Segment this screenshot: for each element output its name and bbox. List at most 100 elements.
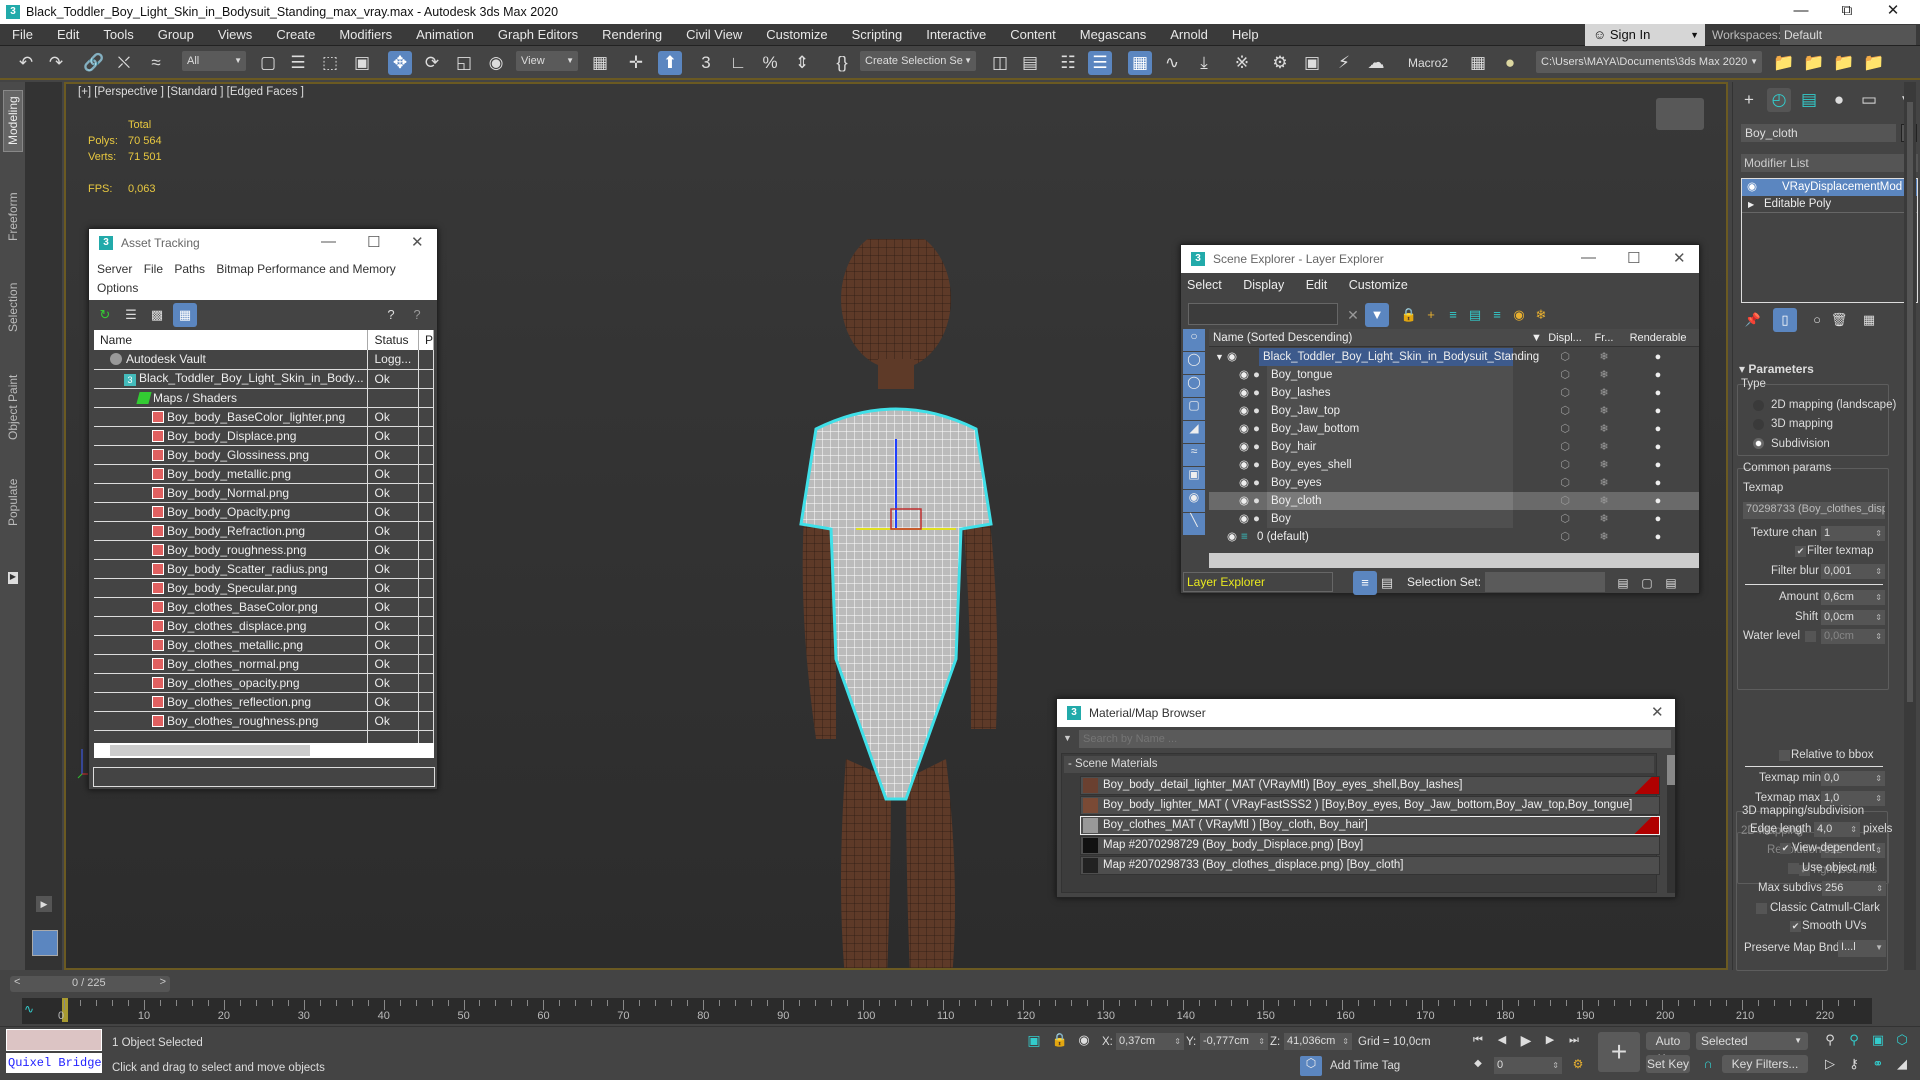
select-manipulate-icon[interactable]: ✛ bbox=[624, 51, 648, 75]
ribbon-tab-freeform[interactable]: Freeform bbox=[3, 182, 23, 252]
xrefs-filter-icon[interactable]: ◉ bbox=[1183, 490, 1205, 512]
select-all-icon[interactable]: ▤ bbox=[1611, 571, 1635, 595]
create-layer-icon[interactable]: + bbox=[1419, 303, 1443, 327]
eye-icon[interactable]: ◉ bbox=[1239, 474, 1249, 492]
menu-create[interactable]: Create bbox=[264, 27, 327, 42]
pin-stack-icon[interactable]: 📌 bbox=[1741, 308, 1765, 332]
orbit-icon[interactable]: ⚭ bbox=[1866, 1052, 1890, 1076]
asset-row[interactable]: Autodesk Vault Logg... bbox=[94, 350, 435, 370]
asset-row[interactable]: Maps / Shaders bbox=[94, 388, 435, 408]
object-name[interactable]: Boy_eyes_shell bbox=[1267, 456, 1513, 474]
menu-file[interactable]: File bbox=[144, 262, 163, 276]
menu-group[interactable]: Group bbox=[146, 27, 206, 42]
freeze-icon[interactable]: ❄ bbox=[1587, 384, 1621, 402]
teapot-render-icon[interactable]: ● bbox=[1623, 384, 1693, 402]
expand-arrow-icon[interactable]: ▼ bbox=[1215, 348, 1224, 366]
menu-rendering[interactable]: Rendering bbox=[590, 27, 674, 42]
asset-horizontal-scrollbar[interactable] bbox=[94, 743, 434, 758]
asset-row[interactable]: Boy_clothes_opacity.png Ok bbox=[94, 673, 435, 693]
radio-subdivision-label[interactable]: Subdivision bbox=[1771, 438, 1830, 450]
selection-filter-dropdown[interactable]: All ▼ bbox=[182, 51, 246, 71]
z-coordinate-field[interactable]: 41,036cm ⇕ bbox=[1284, 1033, 1352, 1050]
key-mode-toggle-icon[interactable]: ◆ bbox=[1466, 1052, 1490, 1076]
object-row[interactable]: ◉ ● Boy_lashes ⬡ ❄ ● bbox=[1209, 384, 1699, 402]
cameras-filter-icon[interactable]: ▢ bbox=[1183, 398, 1205, 420]
display-box-icon[interactable]: ⬡ bbox=[1545, 420, 1585, 438]
ribbon-expand-icon[interactable]: ▶ bbox=[8, 572, 18, 584]
object-row[interactable]: ◉ ● Boy_cloth ⬡ ❄ ● bbox=[1209, 492, 1699, 510]
select-by-name-icon[interactable]: ☰ bbox=[286, 51, 310, 75]
edge-length-spinner[interactable]: 4,0 ⇕ bbox=[1814, 822, 1860, 837]
freeze-icon[interactable]: ❄ bbox=[1587, 528, 1621, 546]
field-of-view-icon[interactable]: ▷ bbox=[1818, 1052, 1842, 1076]
restore-button[interactable]: ⧉ bbox=[1824, 0, 1870, 24]
close-button[interactable]: ✕ bbox=[1673, 249, 1686, 267]
render-cloud-icon[interactable]: ☁ bbox=[1364, 51, 1388, 75]
display-box-icon[interactable]: ⬡ bbox=[1545, 510, 1585, 528]
project-tree-icon[interactable]: 📁 bbox=[1862, 51, 1886, 75]
menu-paths[interactable]: Paths bbox=[174, 262, 205, 276]
relative-bbox-checkbox[interactable] bbox=[1779, 750, 1790, 761]
asset-name-cell[interactable]: Boy_clothes_displace.png bbox=[94, 616, 369, 636]
help-icon[interactable]: ? bbox=[379, 303, 403, 327]
toggle-ribbon-icon[interactable]: ▦ bbox=[1128, 51, 1152, 75]
column-freeze[interactable]: Fr... bbox=[1587, 329, 1621, 347]
display-box-icon[interactable]: ⬡ bbox=[1545, 438, 1585, 456]
zoom-extents-icon[interactable]: ▣ bbox=[1866, 1028, 1890, 1052]
texmap-button[interactable]: 70298733 (Boy_clothes_displ bbox=[1743, 502, 1885, 519]
spinner-arrows-icon[interactable]: ⇕ bbox=[1876, 881, 1883, 896]
selection-set-dropdown[interactable] bbox=[1485, 572, 1605, 592]
eye-icon[interactable]: ◉ bbox=[1227, 528, 1237, 546]
geometry-filter-icon[interactable]: ○ bbox=[1183, 329, 1205, 351]
menu-customize[interactable]: Customize bbox=[754, 27, 839, 42]
go-to-start-icon[interactable]: ⏮ bbox=[1466, 1028, 1490, 1052]
asset-name-cell[interactable]: Boy_body_Refraction.png bbox=[94, 521, 369, 541]
command-panel-scrollbar[interactable] bbox=[1904, 82, 1916, 970]
texture-chan-spinner[interactable]: 1 ⇕ bbox=[1821, 526, 1885, 541]
project-path-dropdown[interactable]: C:\Users\MAYA\Documents\3ds Max 2020 ▼ bbox=[1536, 51, 1762, 73]
freeze-icon[interactable]: ❄ bbox=[1587, 474, 1621, 492]
mirror-icon[interactable]: ◫ bbox=[988, 51, 1012, 75]
spacewarps-filter-icon[interactable]: ≈ bbox=[1183, 444, 1205, 466]
current-frame-field[interactable]: 0 ⇕ bbox=[1494, 1057, 1562, 1074]
filter-blur-spinner[interactable]: 0,001 ⇕ bbox=[1821, 564, 1885, 579]
preserve-map-bnd-dropdown[interactable]: I...l ▼ bbox=[1838, 940, 1886, 957]
angle-snap-icon[interactable]: ∟ bbox=[726, 51, 750, 75]
toggle-scene-explorer-icon[interactable]: ☷ bbox=[1056, 51, 1080, 75]
render-production-icon[interactable]: ⚡ bbox=[1332, 51, 1356, 75]
asset-name-cell[interactable]: Autodesk Vault bbox=[94, 350, 369, 370]
amount-spinner[interactable]: 0,6cm ⇕ bbox=[1821, 590, 1885, 605]
display-box-icon[interactable]: ⬡ bbox=[1545, 492, 1585, 510]
menu-bitmap-performance[interactable]: Bitmap Performance and Memory bbox=[216, 262, 395, 276]
spinner-arrows-icon[interactable]: ⇕ bbox=[1850, 822, 1857, 837]
material-item[interactable]: Map #2070298733 (Boy_clothes_displace.pn… bbox=[1080, 856, 1660, 875]
teapot-render-icon[interactable]: ● bbox=[1623, 510, 1693, 528]
asset-path-field[interactable] bbox=[93, 767, 435, 787]
clear-search-icon[interactable]: ✕ bbox=[1341, 303, 1365, 327]
spinner-arrows-icon[interactable]: ⇕ bbox=[1875, 629, 1882, 644]
walk-through-icon[interactable]: ⚷ bbox=[1842, 1052, 1866, 1076]
menu-graph-editors[interactable]: Graph Editors bbox=[486, 27, 590, 42]
maximize-viewport-icon[interactable]: ◢ bbox=[1890, 1052, 1914, 1076]
hierarchy-tab-icon[interactable]: ▤ bbox=[1797, 88, 1821, 112]
teapot-render-icon[interactable]: ● bbox=[1623, 474, 1693, 492]
scene-search-input[interactable] bbox=[1188, 303, 1338, 325]
modifier-list-dropdown[interactable]: Modifier List▼ bbox=[1741, 154, 1918, 172]
use-object-mtl-checkbox[interactable] bbox=[1788, 863, 1799, 874]
object-row[interactable]: ◉ ● Boy_tongue ⬡ ❄ ● bbox=[1209, 366, 1699, 384]
spinner-arrows-icon[interactable]: ⇕ bbox=[1875, 526, 1882, 541]
select-object-icon[interactable]: ▢ bbox=[256, 51, 280, 75]
viewport-label[interactable]: [+] [Perspective ] [Standard ] [Edged Fa… bbox=[78, 86, 304, 98]
asset-row[interactable]: Boy_clothes_metallic.png Ok bbox=[94, 635, 435, 655]
hide-layers-icon[interactable]: ◉ bbox=[1507, 303, 1531, 327]
menu-animation[interactable]: Animation bbox=[404, 27, 486, 42]
object-name[interactable]: Boy_tongue bbox=[1267, 366, 1513, 384]
minimize-button[interactable]: — bbox=[321, 233, 336, 250]
eye-icon[interactable]: ◉ bbox=[1239, 420, 1249, 438]
select-invert-icon[interactable]: ▤ bbox=[1659, 571, 1683, 595]
lights-filter-icon[interactable]: ◯ bbox=[1183, 375, 1205, 397]
default-layer-row[interactable]: ◉ ≡ 0 (default) ⬡ ❄ ● bbox=[1209, 528, 1699, 546]
freeze-icon[interactable]: ❄ bbox=[1587, 492, 1621, 510]
zoom-icon[interactable]: ⚲ bbox=[1818, 1028, 1842, 1052]
menu-server[interactable]: Server bbox=[97, 262, 132, 276]
